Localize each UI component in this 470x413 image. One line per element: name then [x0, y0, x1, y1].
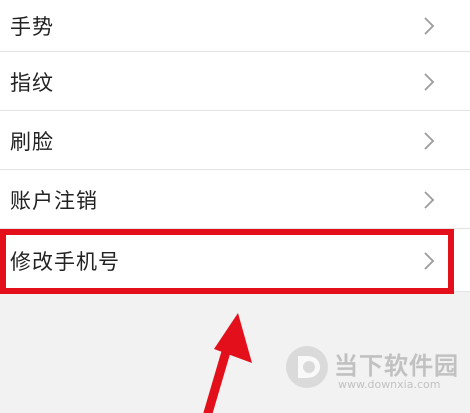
annotation-arrow-icon — [203, 313, 252, 413]
settings-item-label: 手势 — [10, 15, 54, 39]
watermark: 当下软件园 www.downxia.com — [284, 340, 464, 400]
settings-item-label: 修改手机号 — [10, 249, 120, 274]
downxia-logo-icon — [286, 346, 328, 388]
settings-item-label: 指纹 — [10, 70, 54, 95]
settings-item-label: 刷脸 — [10, 129, 54, 154]
divider — [0, 291, 470, 292]
chevron-right-icon — [424, 251, 435, 270]
settings-item-label: 账户注销 — [10, 188, 98, 213]
settings-list: 手势 指纹 刷脸 账户注销 修改手机号 — [0, 0, 470, 292]
watermark-name: 当下软件园 — [334, 352, 459, 380]
settings-item-account-cancel[interactable]: 账户注销 — [0, 170, 470, 229]
watermark-url: www.downxia.com — [338, 378, 441, 391]
settings-item-gesture[interactable]: 手势 — [0, 0, 470, 52]
chevron-right-icon — [424, 190, 435, 209]
chevron-right-icon — [424, 72, 435, 91]
chevron-right-icon — [424, 131, 435, 150]
settings-item-face[interactable]: 刷脸 — [0, 111, 470, 170]
settings-item-fingerprint[interactable]: 指纹 — [0, 52, 470, 111]
settings-item-change-phone[interactable]: 修改手机号 — [0, 229, 470, 292]
chevron-right-icon — [424, 17, 435, 35]
